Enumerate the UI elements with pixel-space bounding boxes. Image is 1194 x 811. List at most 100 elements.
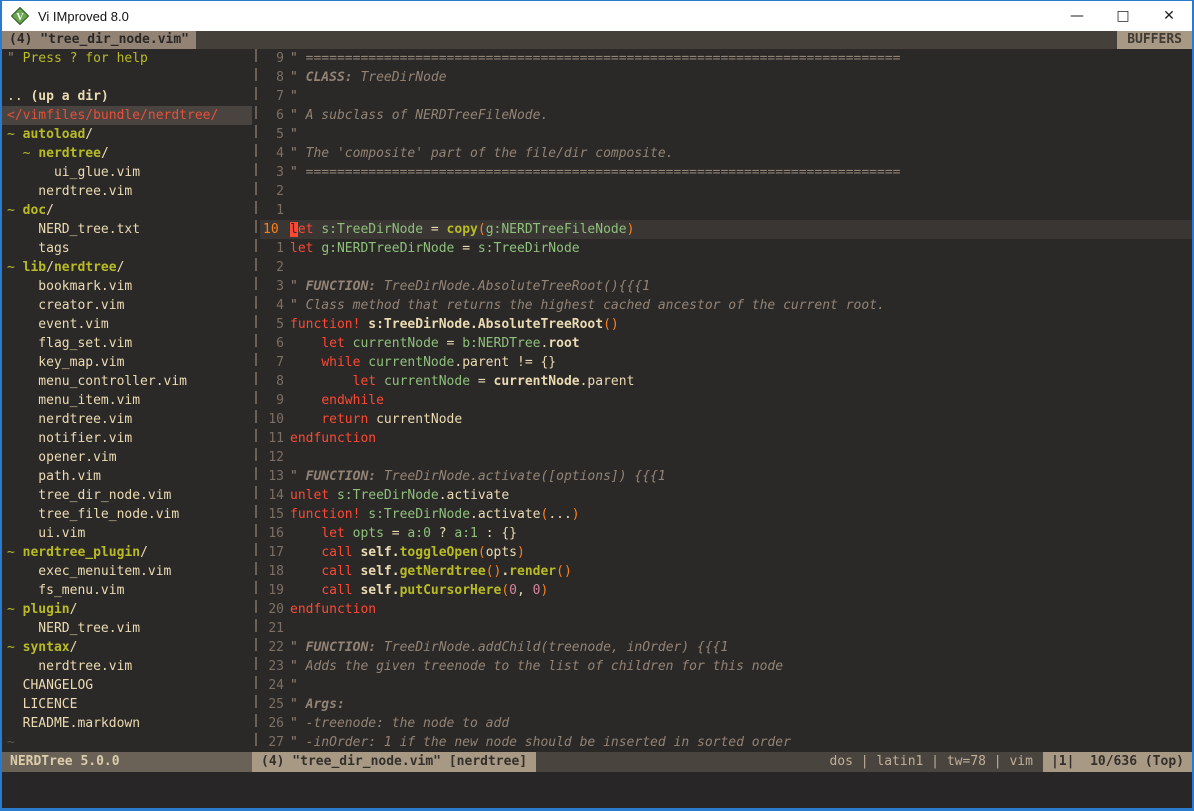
tree-item[interactable]: ~ plugin/ [2,600,252,619]
code-line[interactable]: 6 let currentNode = b:NERDTree.root [260,334,1192,353]
vertical-split-separator[interactable] [252,49,260,752]
code-line[interactable]: 18 call self.getNerdtree().render() [260,562,1192,581]
code-line[interactable]: 10let s:TreeDirNode = copy(g:NERDTreeFil… [260,220,1192,239]
line-number: 16 [260,524,290,543]
status-line: NERDTree 5.0.0 (4) "tree_dir_node.vim" [… [2,752,1192,772]
tree-item[interactable]: ~ nerdtree_plugin/ [2,543,252,562]
tree-item[interactable]: NERD_tree.vim [2,619,252,638]
tree-item[interactable]: flag_set.vim [2,334,252,353]
code-line[interactable]: 26" -treenode: the node to add [260,714,1192,733]
code-line[interactable]: 17 call self.toggleOpen(opts) [260,543,1192,562]
code-line[interactable]: 9 endwhile [260,391,1192,410]
tree-item[interactable]: " Press ? for help [2,49,252,68]
line-number: 21 [260,619,290,638]
code-line[interactable]: 8" CLASS: TreeDirNode [260,68,1192,87]
code-line[interactable]: 22" FUNCTION: TreeDirNode.addChild(treen… [260,638,1192,657]
line-number: 27 [260,733,290,752]
tree-item[interactable]: ~ [2,733,252,752]
code-line[interactable]: 13" FUNCTION: TreeDirNode.activate([opti… [260,467,1192,486]
tree-item[interactable]: menu_item.vim [2,391,252,410]
tree-item[interactable]: nerdtree.vim [2,410,252,429]
code-line[interactable]: 7 while currentNode.parent != {} [260,353,1192,372]
code-line[interactable]: 10 return currentNode [260,410,1192,429]
tree-item[interactable]: key_map.vim [2,353,252,372]
code-line[interactable]: 24" [260,676,1192,695]
tree-item[interactable]: .. (up a dir) [2,87,252,106]
tree-item[interactable]: tags [2,239,252,258]
line-number: 9 [260,391,290,410]
statusline-filename: (4) "tree_dir_node.vim" [nerdtree] [252,752,536,772]
code-line[interactable]: 4" The 'composite' part of the file/dir … [260,144,1192,163]
tree-item[interactable]: exec_menuitem.vim [2,562,252,581]
code-line[interactable]: 19 call self.putCursorHere(0, 0) [260,581,1192,600]
line-number: 8 [260,68,290,87]
code-line[interactable]: 25" Args: [260,695,1192,714]
tree-item[interactable]: ~ autoload/ [2,125,252,144]
code-line[interactable]: 20endfunction [260,600,1192,619]
code-line[interactable]: 14unlet s:TreeDirNode.activate [260,486,1192,505]
minimize-button[interactable]: — [1054,1,1100,31]
code-line[interactable]: 16 let opts = a:0 ? a:1 : {} [260,524,1192,543]
command-line[interactable] [2,772,1192,808]
tab-tree-dir-node[interactable]: (4) "tree_dir_node.vim" [2,31,196,49]
tree-item[interactable]: path.vim [2,467,252,486]
code-line[interactable]: 12 [260,448,1192,467]
tree-item[interactable]: creator.vim [2,296,252,315]
code-line[interactable]: 8 let currentNode = currentNode.parent [260,372,1192,391]
tree-item[interactable]: nerdtree.vim [2,182,252,201]
line-number: 6 [260,334,290,353]
code-line[interactable]: 1 [260,201,1192,220]
tree-item[interactable]: nerdtree.vim [2,657,252,676]
nerdtree-panel: " Press ? for help .. (up a dir)</vimfile… [2,49,252,752]
code-line[interactable]: 3" =====================================… [260,163,1192,182]
line-number: 1 [260,201,290,220]
tree-item[interactable]: ui_glue.vim [2,163,252,182]
code-line[interactable]: 11endfunction [260,429,1192,448]
tree-item[interactable] [2,68,252,87]
code-line[interactable]: 1let g:NERDTreeDirNode = s:TreeDirNode [260,239,1192,258]
tree-item[interactable]: NERD_tree.txt [2,220,252,239]
tree-item[interactable]: tree_dir_node.vim [2,486,252,505]
statusline-flags: dos | latin1 | tw=78 | vim [819,752,1043,772]
code-line[interactable]: 6" A subclass of NERDTreeFileNode. [260,106,1192,125]
maximize-button[interactable]: □ [1100,1,1146,31]
tree-item[interactable]: menu_controller.vim [2,372,252,391]
tree-item[interactable]: tree_file_node.vim [2,505,252,524]
code-line[interactable]: 2 [260,182,1192,201]
line-number: 13 [260,467,290,486]
line-number: 17 [260,543,290,562]
tree-item[interactable]: opener.vim [2,448,252,467]
code-line[interactable]: 23" Adds the given treenode to the list … [260,657,1192,676]
window-title: Vi IMproved 8.0 [38,9,129,24]
tree-item[interactable]: CHANGELOG [2,676,252,695]
code-line[interactable]: 3" FUNCTION: TreeDirNode.AbsoluteTreeRoo… [260,277,1192,296]
code-line[interactable]: 2 [260,258,1192,277]
tree-item[interactable]: ~ nerdtree/ [2,144,252,163]
tree-item[interactable]: bookmark.vim [2,277,252,296]
tree-item[interactable]: ~ syntax/ [2,638,252,657]
code-line[interactable]: 7" [260,87,1192,106]
tree-item[interactable]: ui.vim [2,524,252,543]
editor-content: " Press ? for help .. (up a dir)</vimfile… [2,49,1192,752]
tree-item[interactable]: event.vim [2,315,252,334]
tree-item[interactable]: fs_menu.vim [2,581,252,600]
code-line[interactable]: 4" Class method that returns the highest… [260,296,1192,315]
close-button[interactable]: ✕ [1146,1,1192,31]
code-line[interactable]: 5function! s:TreeDirNode.AbsoluteTreeRoo… [260,315,1192,334]
tree-item[interactable]: </vimfiles/bundle/nerdtree/ [2,106,252,125]
tree-item[interactable]: LICENCE [2,695,252,714]
tree-item[interactable]: ~ lib/nerdtree/ [2,258,252,277]
line-number: 3 [260,277,290,296]
code-line[interactable]: 15function! s:TreeDirNode.activate(...) [260,505,1192,524]
tabline-fill [196,31,1117,49]
tree-item[interactable]: ~ doc/ [2,201,252,220]
statusline-ruler: |1| 10/636 (Top) [1043,752,1192,772]
code-line[interactable]: 27" -inOrder: 1 if the new node should b… [260,733,1192,752]
line-number: 10 [260,220,290,239]
tree-item[interactable]: notifier.vim [2,429,252,448]
line-number: 8 [260,372,290,391]
code-line[interactable]: 21 [260,619,1192,638]
tree-item[interactable]: README.markdown [2,714,252,733]
code-line[interactable]: 9" =====================================… [260,49,1192,68]
code-line[interactable]: 5" [260,125,1192,144]
